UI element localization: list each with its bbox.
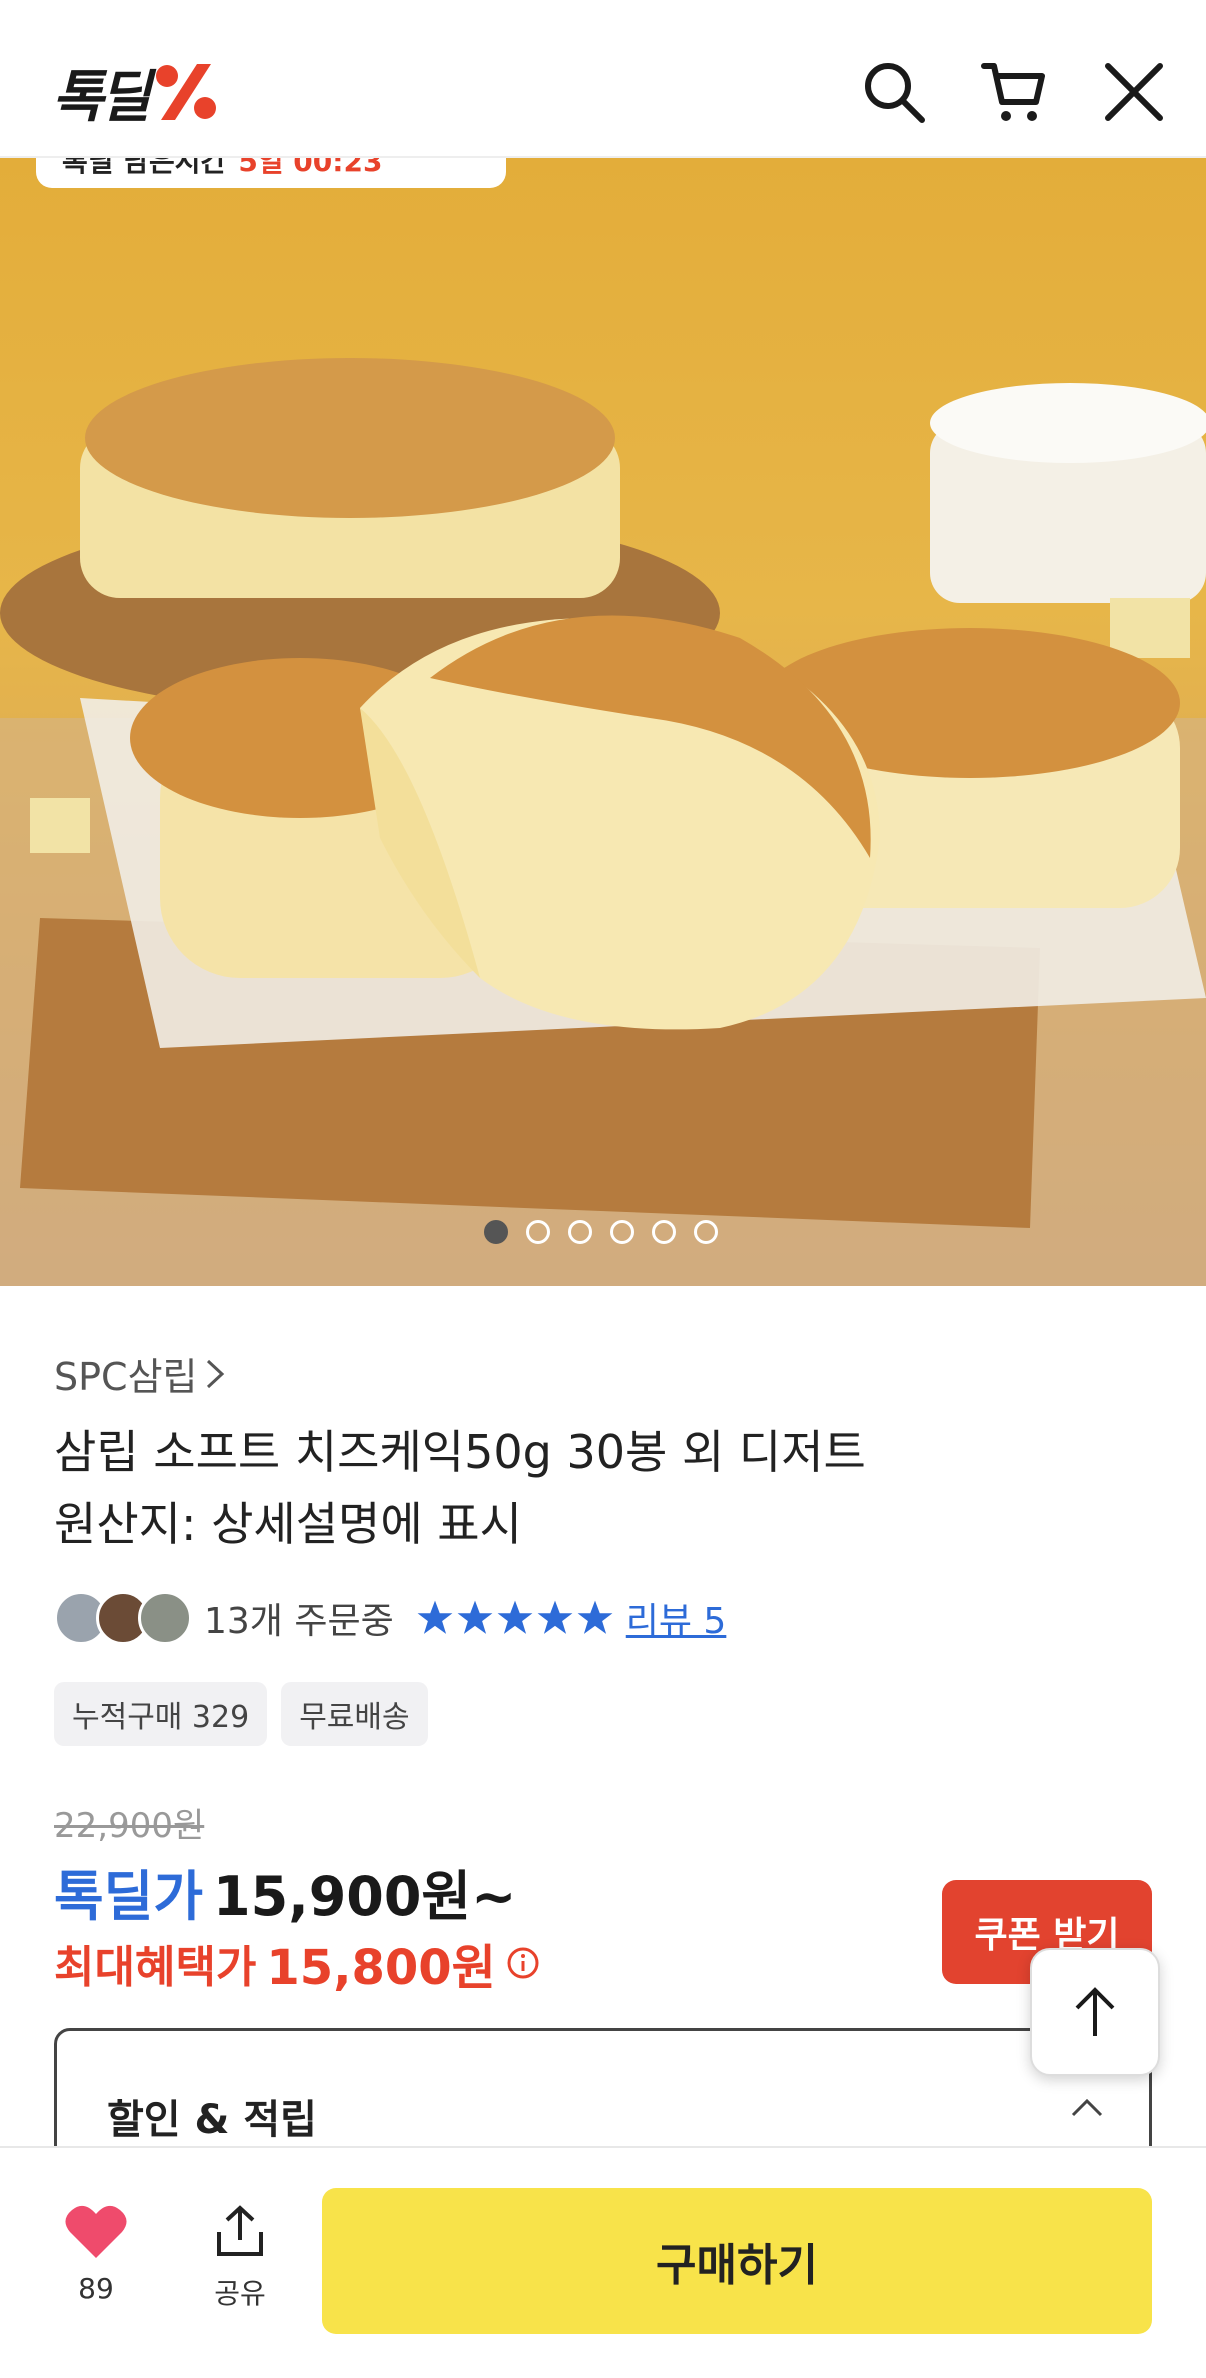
buyer-avatars: [54, 1591, 194, 1645]
carousel-pagination: [484, 1220, 718, 1244]
like-count: 89: [78, 2272, 114, 2305]
max-benefit-price-row: 최대혜택가 15,800원: [54, 1928, 540, 1998]
share-button[interactable]: 공유: [200, 2202, 280, 2312]
brand-link[interactable]: SPC삼립: [54, 1346, 226, 1401]
like-button[interactable]: 89: [56, 2202, 136, 2305]
tag-cumulative-purchases: 누적구매 329: [54, 1682, 268, 1746]
max-benefit-value: 15,800원: [266, 1940, 496, 1996]
deal-price-value: 15,900원~: [213, 1865, 517, 1928]
star-icon: [457, 1600, 493, 1634]
cheesecake-photo: [0, 358, 1206, 1286]
scroll-to-top-button[interactable]: [1030, 1948, 1160, 2076]
carousel-dot[interactable]: [610, 1220, 634, 1244]
orders-in-progress: 13개 주문중: [204, 1601, 394, 1642]
deal-timer-pill: 톡딜 남은시간 5일 00:23: [36, 158, 506, 188]
discount-accordion-title: 할인 & 적립: [107, 2097, 317, 2143]
chevron-up-icon: [1071, 2098, 1103, 2117]
star-icon: [537, 1600, 573, 1634]
arrow-up-icon: [1075, 1987, 1115, 2036]
logo-text: 톡딜: [52, 64, 151, 130]
product-image-carousel[interactable]: 톡딜 남은시간 5일 00:23: [0, 158, 1206, 1286]
deal-timer-value: 5일 00:23: [238, 158, 383, 178]
carousel-dot[interactable]: [694, 1220, 718, 1244]
logo[interactable]: 톡딜: [52, 62, 219, 130]
social-proof-row: 13개 주문중 리뷰 5: [54, 1588, 726, 1648]
brand-name: SPC삼립: [54, 1355, 198, 1399]
rating-stars: [416, 1599, 614, 1637]
heart-icon: [65, 2205, 127, 2258]
product-origin-line: 원산지: 상세설명에 표시: [54, 1497, 522, 1551]
carousel-dot[interactable]: [526, 1220, 550, 1244]
star-icon: [417, 1600, 453, 1634]
product-title: 삼립 소프트 치즈케익50g 30봉 외 디저트 원산지: 상세설명에 표시: [54, 1416, 1154, 1560]
percent-logo-icon: [156, 64, 217, 120]
share-icon: [217, 2205, 263, 2256]
top-header: 톡딜: [0, 0, 1206, 158]
avatar: [138, 1591, 192, 1645]
product-title-line: 삼립 소프트 치즈케익50g 30봉 외 디저트: [54, 1425, 866, 1479]
original-price: 22,900원: [54, 1806, 205, 1846]
chevron-right-icon: [206, 1359, 224, 1388]
product-tags: 누적구매 329 무료배송: [54, 1682, 428, 1746]
deal-price-row: 톡딜가 15,900원~: [54, 1852, 516, 1931]
deal-price-label: 톡딜가: [54, 1865, 204, 1928]
review-link[interactable]: 리뷰 5: [626, 1592, 727, 1644]
bottom-action-bar: 89 공유 구매하기: [0, 2146, 1206, 2378]
carousel-dot[interactable]: [568, 1220, 592, 1244]
buy-button[interactable]: 구매하기: [322, 2188, 1152, 2334]
star-icon: [577, 1600, 613, 1634]
star-icon: [497, 1600, 533, 1634]
info-icon[interactable]: [506, 1946, 540, 1980]
tag-free-shipping: 무료배송: [281, 1682, 428, 1746]
search-icon[interactable]: [860, 58, 928, 126]
deal-timer-label: 톡딜 남은시간: [62, 158, 227, 178]
carousel-dot[interactable]: [652, 1220, 676, 1244]
cart-icon[interactable]: [980, 58, 1048, 126]
max-benefit-label: 최대혜택가: [54, 1942, 257, 1993]
share-label: 공유: [214, 2277, 266, 2310]
carousel-dot[interactable]: [484, 1220, 508, 1244]
close-icon[interactable]: [1100, 58, 1168, 126]
